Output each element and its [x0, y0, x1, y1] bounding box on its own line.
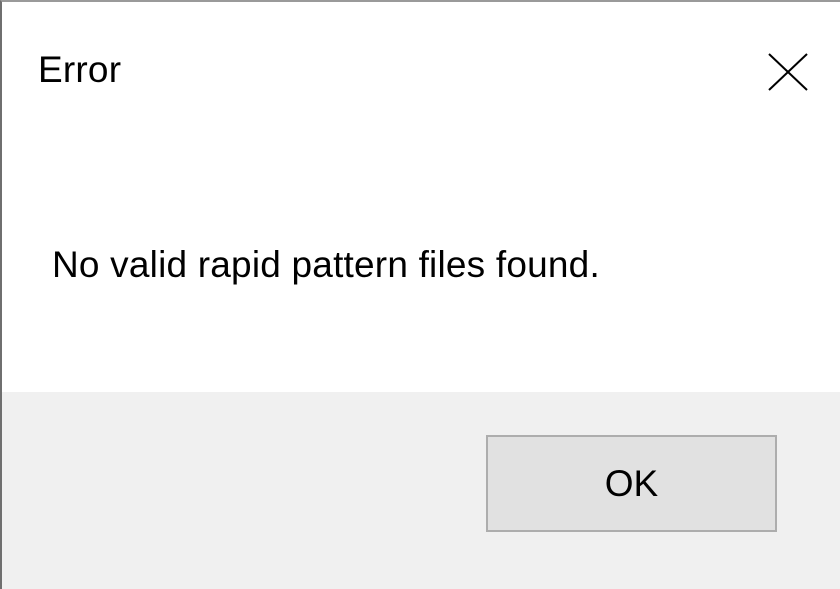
title-bar: Error [2, 2, 840, 122]
close-button[interactable] [742, 32, 838, 110]
error-message: No valid rapid pattern files found. [52, 244, 600, 285]
dialog-footer: OK [2, 392, 840, 589]
error-dialog: Error No valid rapid pattern files found… [0, 0, 840, 589]
close-icon [768, 53, 808, 91]
ok-button[interactable]: OK [486, 435, 777, 532]
dialog-content: No valid rapid pattern files found. [2, 122, 840, 392]
dialog-title: Error [38, 49, 122, 90]
